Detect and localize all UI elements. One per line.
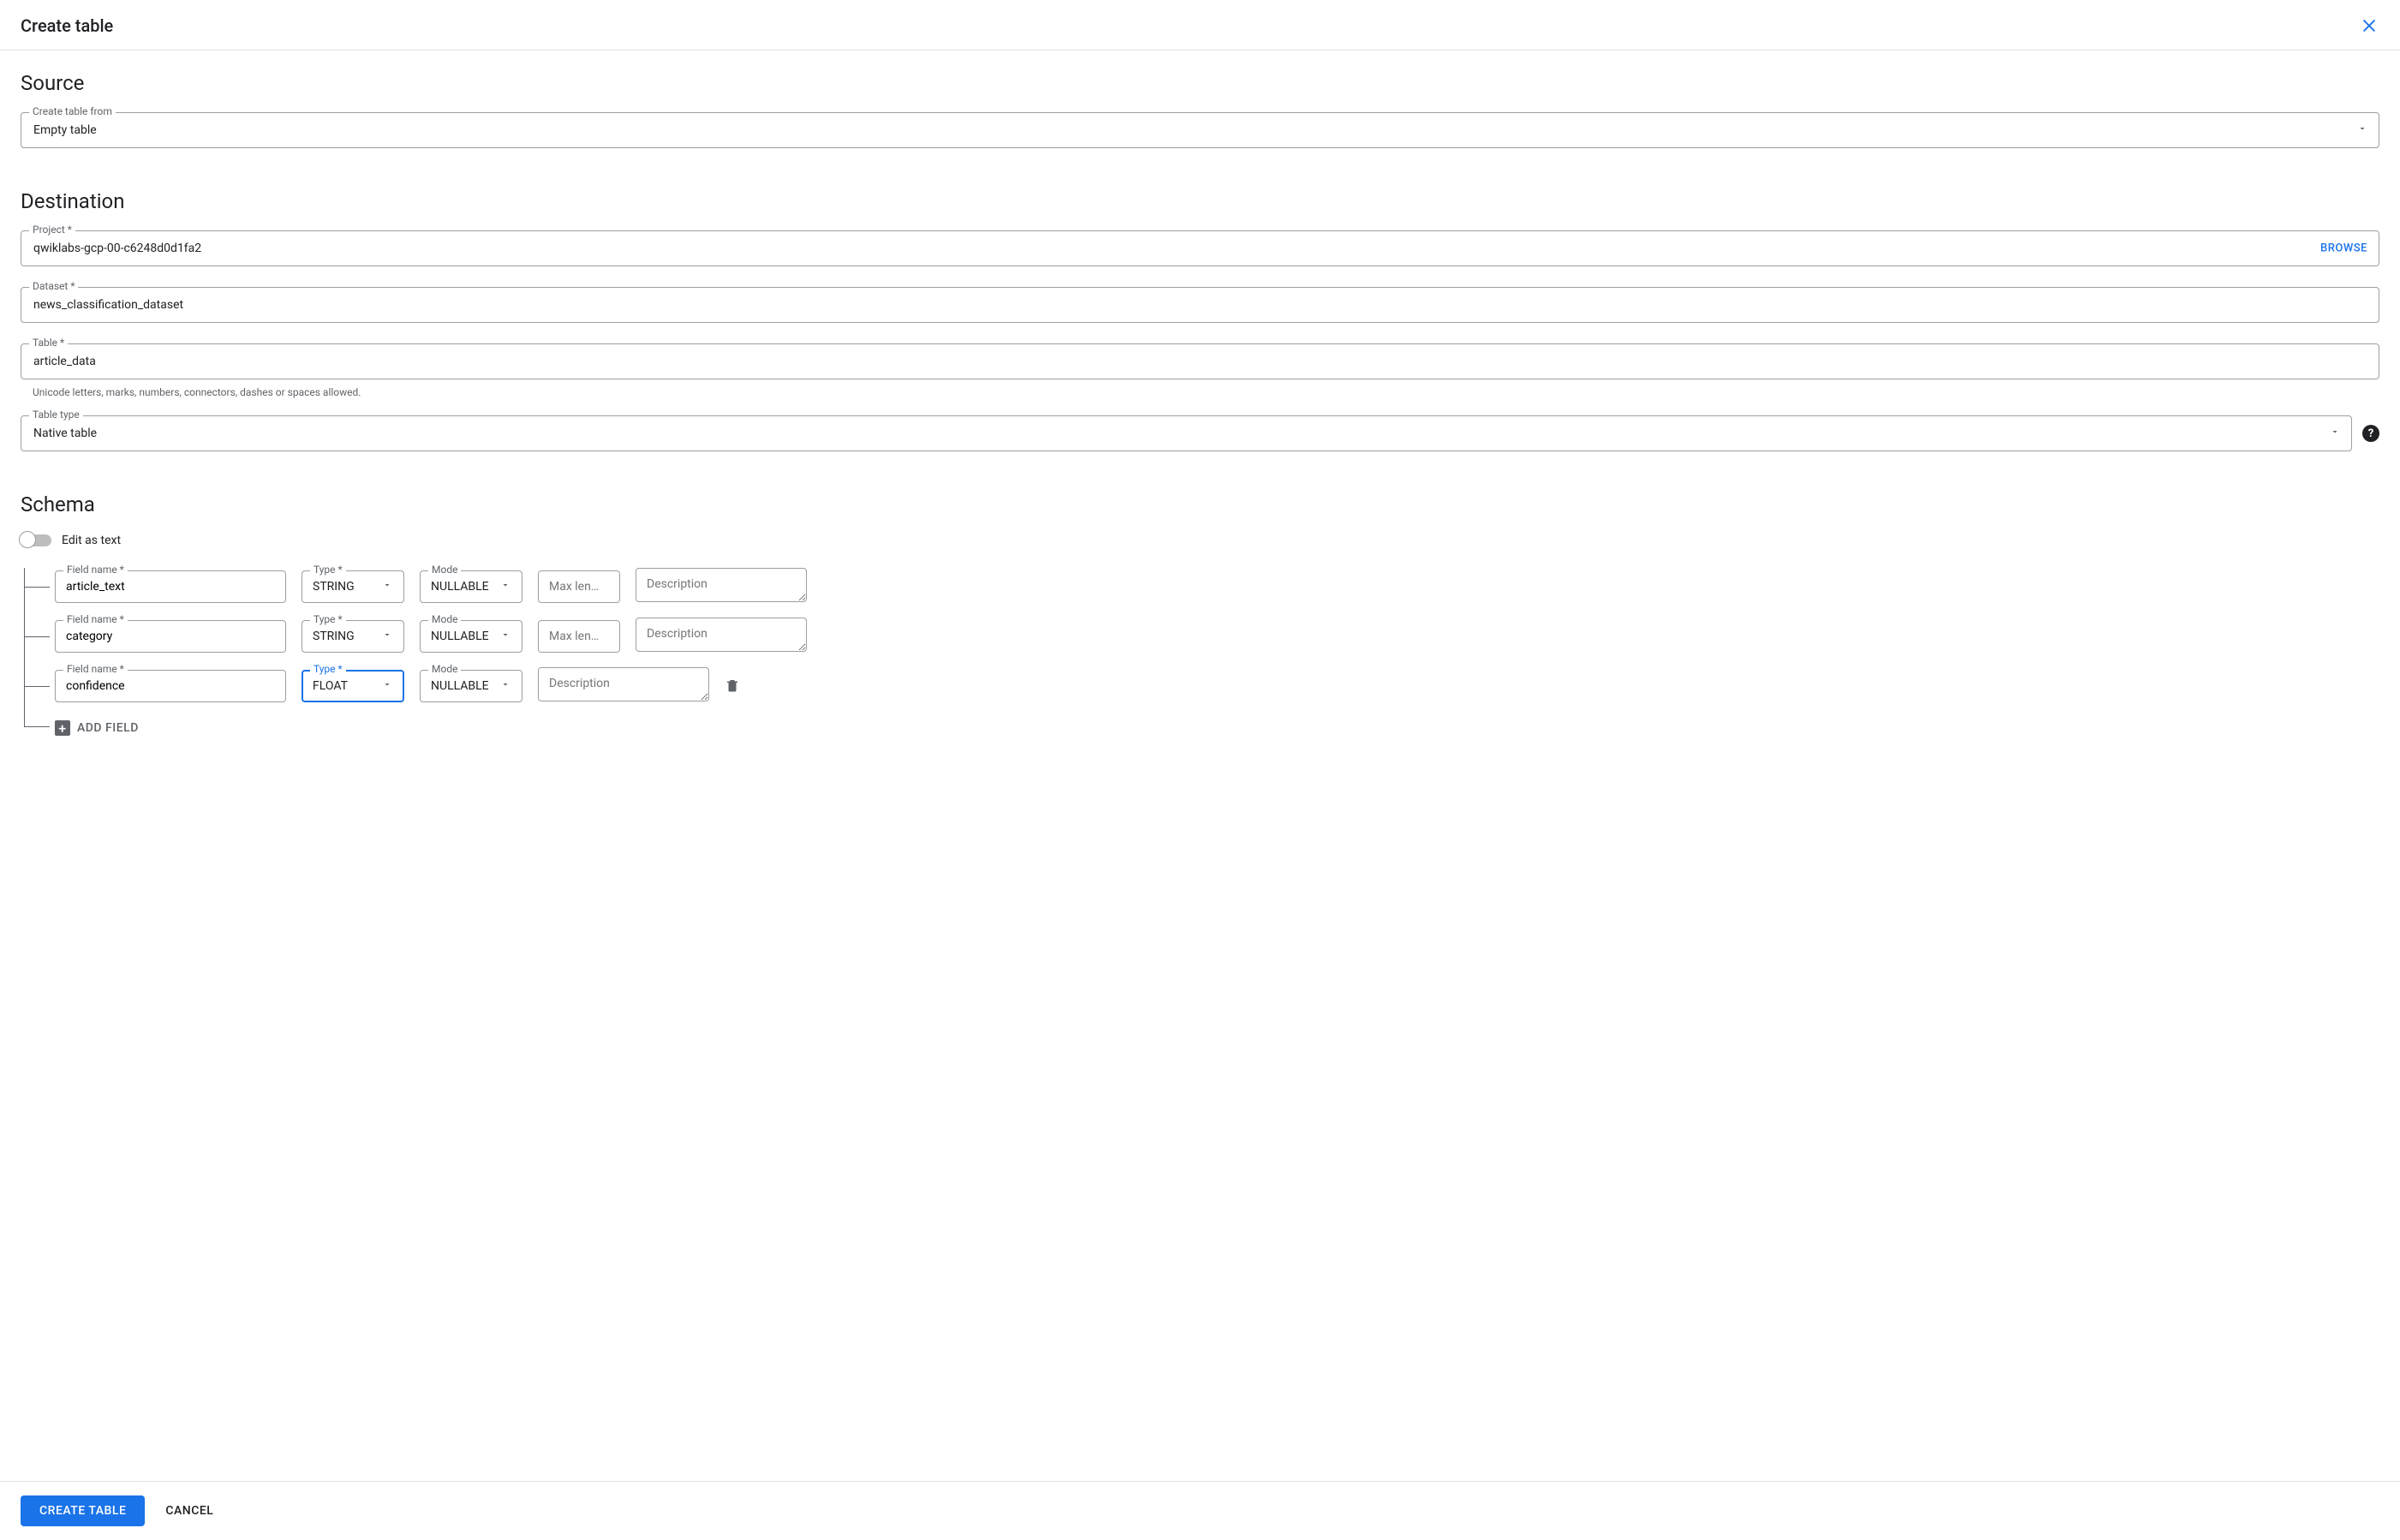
dataset-label: Dataset * (29, 280, 78, 292)
delete-icon[interactable] (725, 677, 742, 695)
tree-line (24, 686, 50, 687)
help-icon[interactable]: ? (2362, 425, 2379, 442)
table-type-field: Table type Native table (21, 415, 2352, 451)
field-name-label: Field name * (63, 663, 128, 675)
table-type-select[interactable]: Native table (21, 415, 2352, 451)
tree-line (24, 636, 50, 637)
create-from-label: Create table from (29, 105, 116, 117)
table-label: Table * (29, 337, 68, 349)
edit-as-text-toggle[interactable] (21, 534, 51, 546)
section-destination-heading: Destination (21, 189, 2379, 213)
dialog-header: Create table (0, 0, 2400, 51)
create-from-field: Create table from Empty table (21, 112, 2379, 148)
create-from-select[interactable]: Empty table (21, 112, 2379, 148)
schema-fields-container: Field name * Type * STRING Mode NULLABLE… (21, 568, 2379, 736)
add-field-row: + ADD FIELD (55, 717, 2379, 736)
schema-maxlen-input[interactable] (538, 570, 620, 603)
plus-icon: + (55, 720, 70, 736)
section-source-heading: Source (21, 71, 2379, 95)
schema-field-row: Field name * Type * STRING Mode NULLABLE (55, 568, 2379, 606)
field-type-label: Type * (310, 613, 346, 625)
dataset-field: Dataset * (21, 287, 2379, 323)
field-mode-label: Mode (428, 663, 461, 675)
create-table-button[interactable]: CREATE TABLE (21, 1495, 145, 1526)
toggle-knob (19, 531, 36, 548)
table-field: Table * (21, 343, 2379, 379)
dataset-input[interactable] (21, 287, 2379, 323)
cancel-button[interactable]: CANCEL (158, 1495, 220, 1526)
dialog-body: Source Create table from Empty table Des… (0, 51, 2400, 1481)
edit-as-text-label: Edit as text (62, 534, 121, 547)
add-field-label: ADD FIELD (77, 721, 139, 735)
project-input[interactable] (21, 230, 2379, 266)
add-field-button[interactable]: + ADD FIELD (55, 720, 139, 736)
edit-as-text-row: Edit as text (21, 534, 2379, 547)
field-name-label: Field name * (63, 613, 128, 625)
close-icon[interactable] (2359, 15, 2379, 36)
table-input[interactable] (21, 343, 2379, 379)
field-type-label: Type * (310, 564, 346, 576)
schema-description-input[interactable] (636, 568, 807, 602)
dialog-title: Create table (21, 15, 113, 36)
tree-line (24, 587, 50, 588)
dialog-footer: CREATE TABLE CANCEL (0, 1481, 2400, 1540)
schema-field-row: Field name * Type * FLOAT Mode NULLABLE (55, 667, 2379, 705)
section-schema-heading: Schema (21, 492, 2379, 516)
table-type-label: Table type (29, 409, 83, 421)
field-mode-label: Mode (428, 564, 461, 576)
create-table-dialog: Create table Source Create table from Em… (0, 0, 2400, 1540)
field-mode-label: Mode (428, 613, 461, 625)
tree-line (24, 568, 25, 727)
project-label: Project * (29, 224, 75, 236)
project-field: Project * BROWSE (21, 230, 2379, 266)
schema-maxlen-input[interactable] (538, 620, 620, 653)
schema-field-row: Field name * Type * STRING Mode NULLABLE (55, 618, 2379, 655)
schema-description-input[interactable] (636, 618, 807, 652)
tree-line (24, 726, 50, 727)
table-helper-text: Unicode letters, marks, numbers, connect… (21, 386, 2379, 398)
field-type-label: Type * (310, 663, 346, 675)
schema-description-input[interactable] (538, 667, 709, 701)
browse-button[interactable]: BROWSE (2320, 242, 2367, 255)
table-type-row: Table type Native table ? (21, 415, 2379, 451)
field-name-label: Field name * (63, 564, 128, 576)
